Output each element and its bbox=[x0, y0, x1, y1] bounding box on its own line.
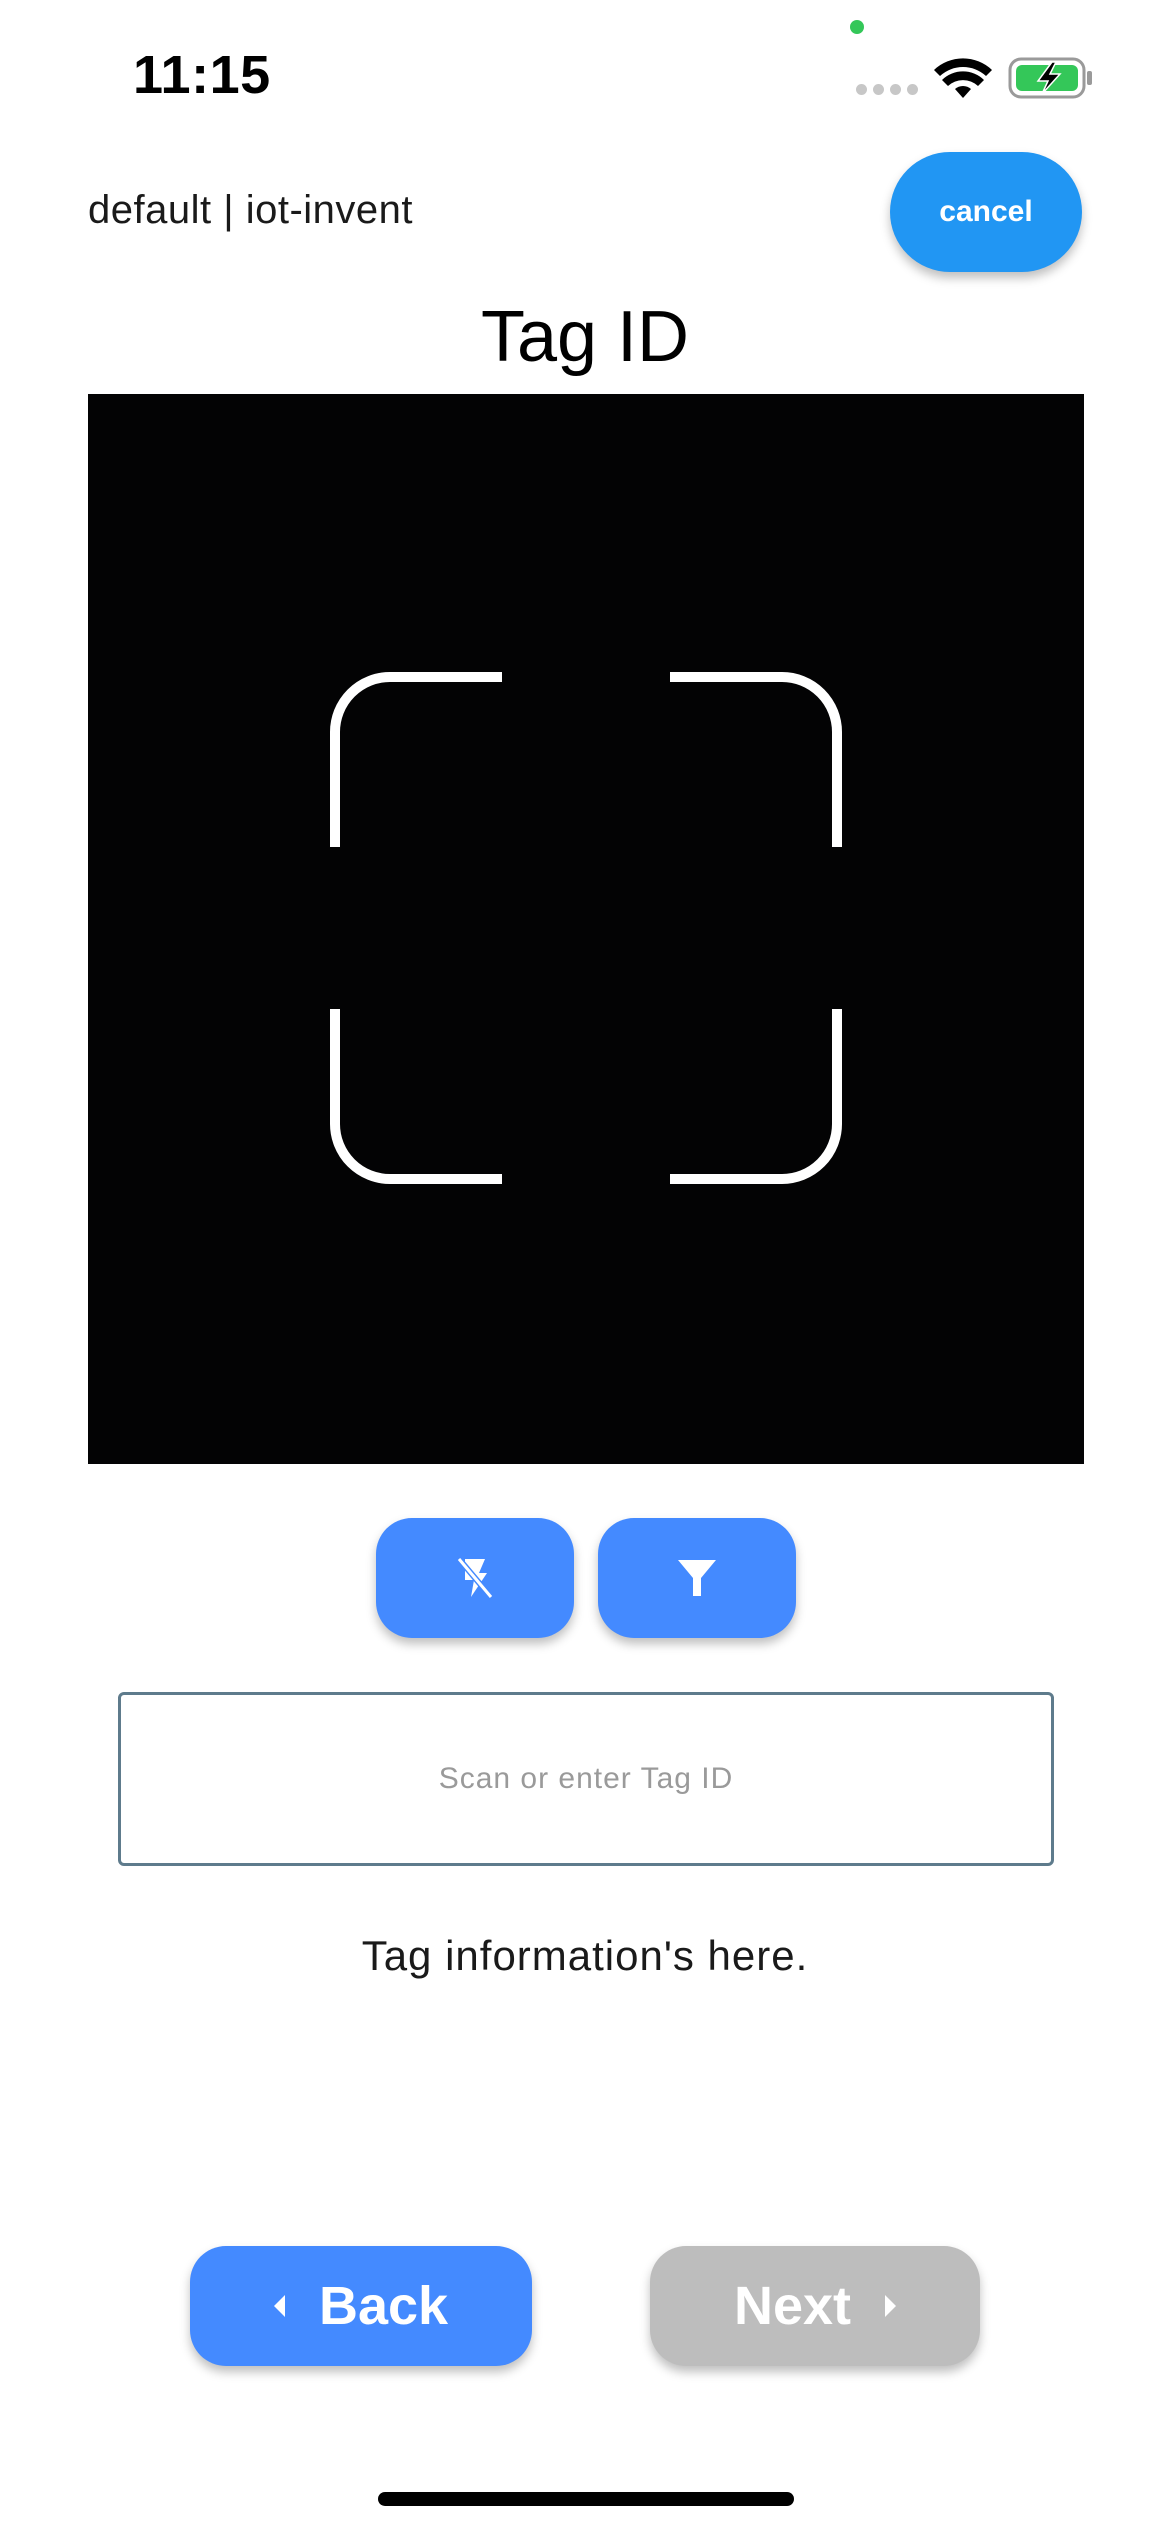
chevron-left-icon bbox=[273, 2295, 285, 2317]
flash-toggle-button[interactable] bbox=[376, 1518, 574, 1638]
back-button[interactable]: Back bbox=[190, 2246, 532, 2366]
flash-off-icon bbox=[456, 1557, 494, 1599]
wifi-icon bbox=[934, 58, 992, 98]
tag-id-input[interactable] bbox=[118, 1692, 1054, 1866]
tag-info-text: Tag information's here. bbox=[361, 1932, 809, 1979]
page-title: Tag ID bbox=[480, 297, 690, 377]
battery-charging-icon bbox=[1008, 57, 1092, 99]
chevron-right-icon bbox=[885, 2295, 897, 2317]
cancel-button[interactable]: cancel bbox=[890, 152, 1082, 272]
filter-button[interactable] bbox=[598, 1518, 796, 1638]
breadcrumb: default | iot-invent bbox=[88, 188, 414, 232]
camera-indicator-dot bbox=[850, 20, 864, 34]
status-time: 11:15 bbox=[133, 45, 271, 105]
back-button-label: Back bbox=[318, 2276, 449, 2336]
scan-frame-icon bbox=[330, 672, 842, 1184]
next-button-label: Next bbox=[733, 2276, 852, 2336]
next-button[interactable]: Next bbox=[650, 2246, 980, 2366]
home-indicator[interactable] bbox=[378, 2492, 794, 2506]
signal-icon bbox=[856, 84, 918, 95]
filter-icon bbox=[678, 1560, 716, 1596]
